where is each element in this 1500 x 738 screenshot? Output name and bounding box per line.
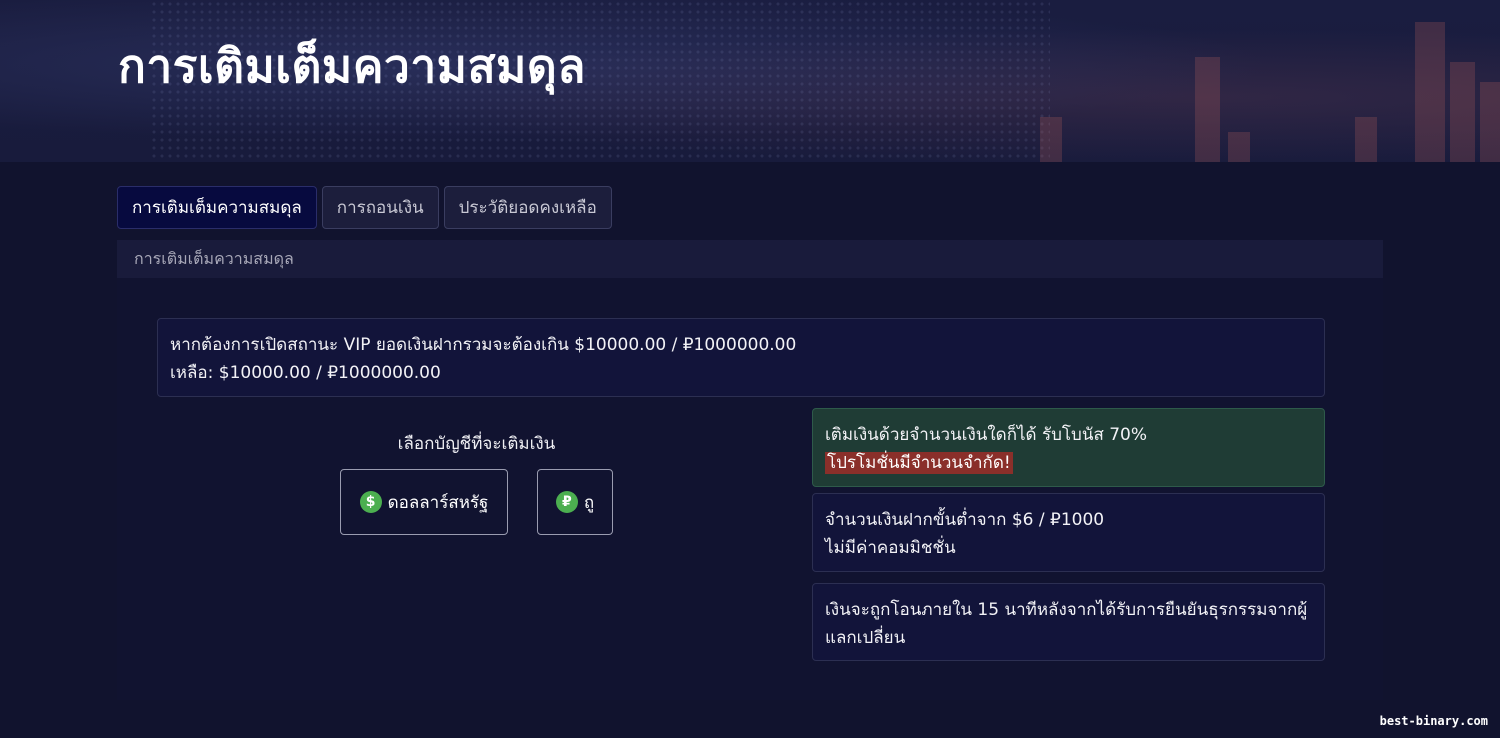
- hero-chart-bar: [1355, 117, 1377, 162]
- tab-withdraw[interactable]: การถอนเงิน: [321, 186, 439, 229]
- watermark: best-binary.com: [1379, 714, 1488, 728]
- minimum-deposit-notice: จำนวนเงินฝากขั้นต่ำจาก $6 / ₽1000 ไม่มีค…: [812, 493, 1325, 572]
- account-select-label: เลือกบัญชีที่จะเติมเงิน: [397, 434, 556, 454]
- rub-account-button[interactable]: ₽ ถู: [537, 469, 613, 535]
- hero-chart-bar: [1195, 57, 1220, 162]
- vip-requirement-text: หากต้องการเปิดสถานะ VIP ยอดเงินฝากรวมจะต…: [170, 335, 797, 355]
- dollar-coin-icon: $: [359, 491, 382, 513]
- transfer-time-text: เงินจะถูกโอนภายใน 15 นาทีหลังจากได้รับกา…: [825, 600, 1308, 648]
- hero-chart-bar: [1480, 82, 1500, 162]
- usd-account-button[interactable]: $ ดอลลาร์สหรัฐ: [340, 469, 508, 535]
- bonus-notice: เติมเงินด้วยจำนวนเงินใดก็ได้ รับโบนัส 70…: [812, 408, 1325, 487]
- hero-chart-bar: [1415, 22, 1445, 162]
- rub-account-label: ถู: [583, 492, 595, 513]
- tab-deposit[interactable]: การเติมเต็มความสมดุล: [117, 186, 317, 229]
- bonus-text: เติมเงินด้วยจำนวนเงินใดก็ได้ รับโบนัส 70…: [825, 425, 1148, 445]
- ruble-coin-icon: ₽: [555, 491, 578, 513]
- hero-chart-bar: [1450, 62, 1475, 162]
- minimum-deposit-text: จำนวนเงินฝากขั้นต่ำจาก $6 / ₽1000: [825, 510, 1105, 530]
- transfer-time-notice: เงินจะถูกโอนภายใน 15 นาทีหลังจากได้รับกา…: [812, 583, 1325, 661]
- panel-header: การเติมเต็มความสมดุล: [117, 240, 1383, 278]
- promo-limited-badge: โปรโมชั่นมีจำนวนจำกัด!: [825, 452, 1013, 474]
- hero-chart-bar: [1040, 117, 1062, 162]
- vip-remaining-text: เหลือ: $10000.00 / ₽1000000.00: [170, 363, 441, 383]
- vip-status-notice: หากต้องการเปิดสถานะ VIP ยอดเงินฝากรวมจะต…: [157, 318, 1325, 397]
- tab-balance-history[interactable]: ประวัติยอดคงเหลือ: [443, 186, 612, 229]
- usd-account-label: ดอลลาร์สหรัฐ: [387, 492, 489, 513]
- hero-chart-bar: [1228, 132, 1250, 162]
- page-title: การเติมเต็มความสมดุล: [118, 39, 586, 93]
- no-commission-text: ไม่มีค่าคอมมิชชั่น: [825, 538, 956, 558]
- hero-banner: การเติมเต็มความสมดุล: [0, 0, 1500, 162]
- tab-bar: การเติมเต็มความสมดุล การถอนเงิน ประวัติย…: [117, 186, 612, 229]
